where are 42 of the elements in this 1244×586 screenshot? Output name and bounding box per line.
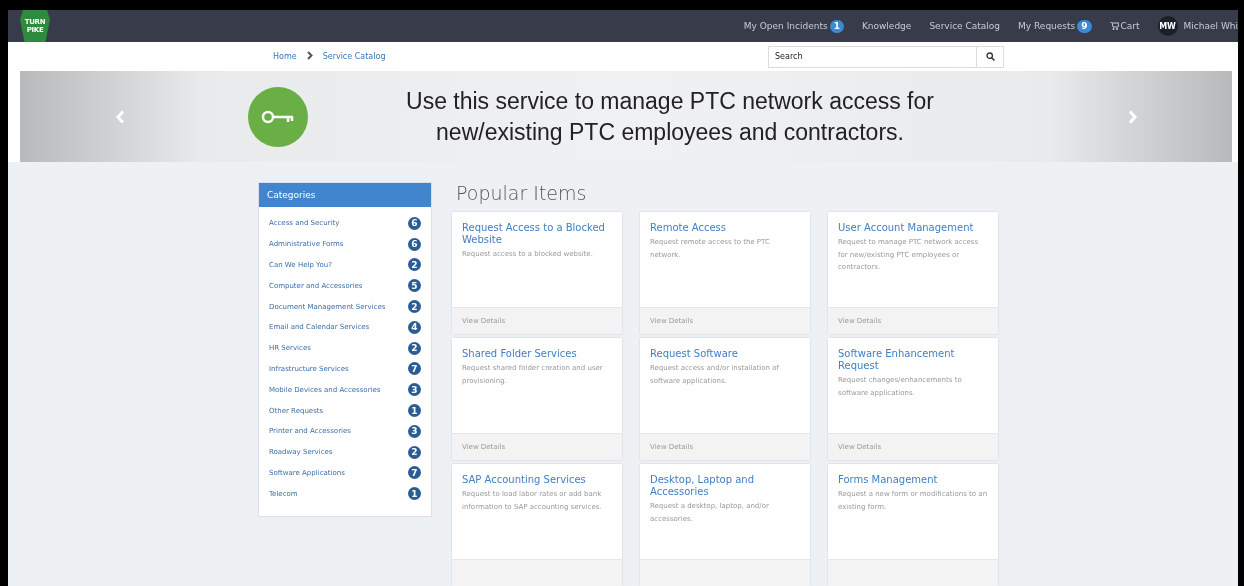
item-title[interactable]: Software Enhancement Request (838, 348, 988, 372)
item-title[interactable]: User Account Management (838, 222, 988, 234)
item-title[interactable]: Request Access to a Blocked Website (462, 222, 612, 246)
item-title[interactable]: Desktop, Laptop and Accessories (650, 474, 800, 498)
banner-text: Use this service to manage PTC network access for new/existing PTC employees and contractors. (405, 86, 935, 147)
count-badge: 3 (408, 383, 421, 397)
item-title[interactable]: Remote Access (650, 222, 800, 234)
count-badge: 5 (408, 279, 421, 293)
count-badge: 1 (829, 19, 844, 33)
nav-link[interactable]: Cart (1109, 21, 1140, 31)
cart-icon (1109, 22, 1119, 30)
count-badge: 2 (408, 341, 421, 355)
user-name[interactable]: Michael Whi (1183, 21, 1238, 31)
chevron-icon (306, 51, 313, 60)
nav-link[interactable]: My Open Incidents 1 (743, 19, 844, 33)
count-badge: 1 (408, 487, 421, 501)
count-badge: 4 (408, 320, 421, 334)
count-badge: 6 (408, 237, 421, 251)
count-badge: 7 (408, 362, 421, 376)
count-badge: 2 (408, 300, 421, 314)
count-badge: 6 (408, 216, 421, 230)
user-avatar[interactable]: MW (1157, 16, 1178, 36)
nav-link[interactable]: Knowledge (861, 21, 912, 31)
nav-link[interactable]: My Requests 9 (1018, 19, 1092, 33)
count-badge: 9 (1077, 19, 1092, 33)
nav-link[interactable]: Service Catalog (929, 21, 1001, 31)
search-field[interactable]: Search (768, 45, 1004, 68)
item-title[interactable]: Request Software (650, 348, 800, 360)
breadcrumb-link[interactable]: Service Catalog (322, 52, 386, 61)
item-title[interactable]: Forms Management (838, 474, 988, 486)
breadcrumb-link[interactable]: Home (273, 52, 297, 61)
section-title: Popular Items (456, 182, 588, 204)
count-badge: 2 (408, 445, 421, 459)
count-badge: 2 (408, 258, 421, 272)
count-badge: 1 (408, 404, 421, 418)
item-title[interactable]: Shared Folder Services (462, 348, 612, 360)
item-title[interactable]: SAP Accounting Services (462, 474, 612, 486)
count-badge: 3 (408, 424, 421, 438)
search-icon (985, 52, 995, 61)
key-icon (261, 109, 295, 124)
panel-header: Categories (259, 183, 431, 207)
count-badge: 7 (408, 466, 421, 480)
